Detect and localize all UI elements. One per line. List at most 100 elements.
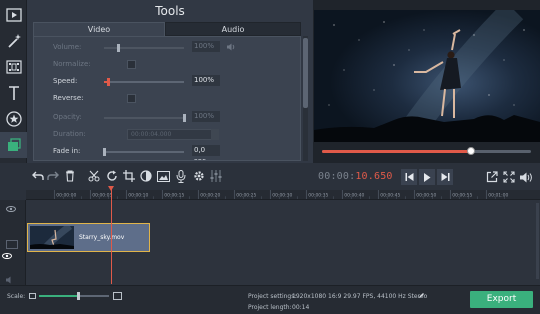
volume-slider-knob[interactable] (117, 44, 121, 52)
timeline-ruler[interactable]: 00:00:00 00:00:05 00:00:10 00:00:15 00:00:20… (26, 190, 540, 200)
rotate-button[interactable] (104, 168, 120, 184)
detach-preview-button[interactable] (484, 169, 500, 185)
magic-wand-icon (7, 34, 21, 48)
duration-label: Duration: (53, 130, 86, 138)
reverse-row: Reverse: (34, 90, 300, 107)
speaker-icon[interactable] (227, 43, 236, 51)
zoom-in-icon[interactable] (113, 292, 122, 300)
tools-scrollbar-thumb[interactable] (303, 38, 308, 108)
timeline-clip[interactable]: Starry_sky.mov (27, 223, 150, 252)
next-frame-button[interactable] (437, 169, 453, 185)
timeline: Starry_sky.mov (0, 200, 540, 285)
redo-button[interactable] (45, 168, 61, 184)
magic-wand-tool[interactable] (0, 28, 27, 54)
volume-button[interactable] (518, 169, 534, 185)
transitions-icon (7, 138, 21, 151)
tools-scrollbar[interactable] (303, 36, 308, 161)
playhead-handle[interactable] (108, 186, 114, 191)
volume-slider[interactable] (104, 44, 184, 52)
playhead[interactable] (108, 186, 114, 284)
next-frame-icon (441, 173, 449, 181)
tab-audio[interactable]: Audio (165, 22, 301, 36)
reverse-label: Reverse: (53, 94, 84, 102)
starry-sky-frame (314, 10, 540, 142)
record-audio-icon (176, 169, 186, 183)
color-adjust-button[interactable] (138, 168, 154, 184)
seek-bar-knob[interactable] (467, 147, 476, 155)
delete-icon (66, 170, 74, 182)
opacity-value[interactable]: 100% (192, 111, 220, 122)
equalizer-button[interactable] (208, 168, 224, 184)
video-preview[interactable] (314, 10, 540, 142)
crop-icon (123, 170, 135, 182)
speed-row: Speed: 100% (34, 73, 300, 90)
undo-button[interactable] (30, 168, 46, 184)
prev-frame-icon (405, 173, 413, 181)
opacity-slider[interactable] (104, 114, 186, 122)
scale-slider-knob[interactable] (76, 292, 80, 300)
scale-slider-fill (39, 295, 78, 297)
settings-button[interactable] (191, 168, 207, 184)
filters-icon (5, 60, 22, 74)
fade-in-slider-knob[interactable] (103, 148, 106, 156)
volume-value[interactable]: 100% (192, 41, 220, 52)
reverse-checkbox[interactable] (127, 94, 136, 103)
opacity-row: Opacity: 100% (34, 109, 300, 126)
delete-button[interactable] (62, 168, 78, 184)
record-audio-button[interactable] (173, 168, 189, 184)
crop-button[interactable] (121, 168, 137, 184)
timeline-scrollbar[interactable] (536, 203, 539, 279)
import-tool[interactable] (0, 2, 27, 28)
fade-in-row: Fade in: 0,0 sec. (34, 143, 300, 160)
ruler-tick-label: 00:00:45 (380, 192, 400, 198)
rotate-icon (107, 170, 117, 181)
opacity-slider-knob[interactable] (183, 114, 186, 122)
video-track-icon (6, 240, 18, 249)
play-icon (424, 172, 431, 182)
play-button[interactable] (419, 169, 435, 185)
ruler-tick-label: 00:00:00 (56, 192, 76, 198)
redo-icon (47, 171, 59, 180)
cut-button[interactable] (86, 168, 102, 184)
color-adjust-icon (140, 170, 152, 182)
stickers-tool[interactable] (0, 106, 27, 132)
track-headers (0, 200, 26, 285)
transitions-tool[interactable] (0, 132, 27, 158)
normalize-checkbox[interactable] (127, 60, 136, 69)
project-settings-value: 1920x1080 16:9 29.97 FPS, 44100 Hz Stere… (292, 293, 428, 300)
project-length-value: 00:14 (292, 304, 310, 311)
scale-slider[interactable] (39, 292, 109, 300)
clip-thumbnail-image (30, 226, 74, 249)
fullscreen-button[interactable] (501, 169, 517, 185)
seek-bar-progress (322, 150, 473, 153)
speed-value[interactable]: 100% (192, 75, 220, 86)
fade-in-slider[interactable] (103, 148, 184, 156)
audio-track-icon[interactable] (6, 276, 14, 284)
normalize-label: Normalize: (53, 60, 91, 68)
speed-slider-knob[interactable] (107, 78, 110, 86)
fade-in-label: Fade in: (53, 147, 81, 155)
project-length-label: Project length: (248, 304, 292, 311)
duration-spinner[interactable] (211, 129, 219, 140)
fade-in-value[interactable]: 0,0 sec. (192, 145, 220, 160)
seek-bar[interactable] (322, 147, 531, 155)
timecode-display: 00:00:10.650 (318, 171, 393, 182)
volume-row: Volume: 100% (34, 39, 300, 56)
tab-video[interactable]: Video (33, 22, 165, 36)
export-button[interactable]: Export (470, 291, 533, 308)
filters-tool[interactable] (0, 54, 27, 80)
duration-field[interactable]: 00:00:04.000 (127, 129, 213, 140)
track-visibility-icon[interactable] (2, 253, 12, 259)
eye-icon[interactable] (6, 206, 16, 212)
ruler-tick-label: 00:00:40 (344, 192, 364, 198)
edit-pencil-icon[interactable] (418, 292, 425, 299)
insert-media-button[interactable] (155, 168, 171, 184)
zoom-out-icon[interactable] (29, 293, 36, 299)
speed-slider[interactable] (104, 78, 184, 86)
settings-icon (194, 171, 204, 181)
ruler-tick-label: 00:00:20 (200, 192, 220, 198)
undo-icon (32, 171, 44, 180)
clip-thumbnail (30, 226, 74, 249)
titles-tool[interactable] (0, 80, 27, 106)
prev-frame-button[interactable] (401, 169, 417, 185)
